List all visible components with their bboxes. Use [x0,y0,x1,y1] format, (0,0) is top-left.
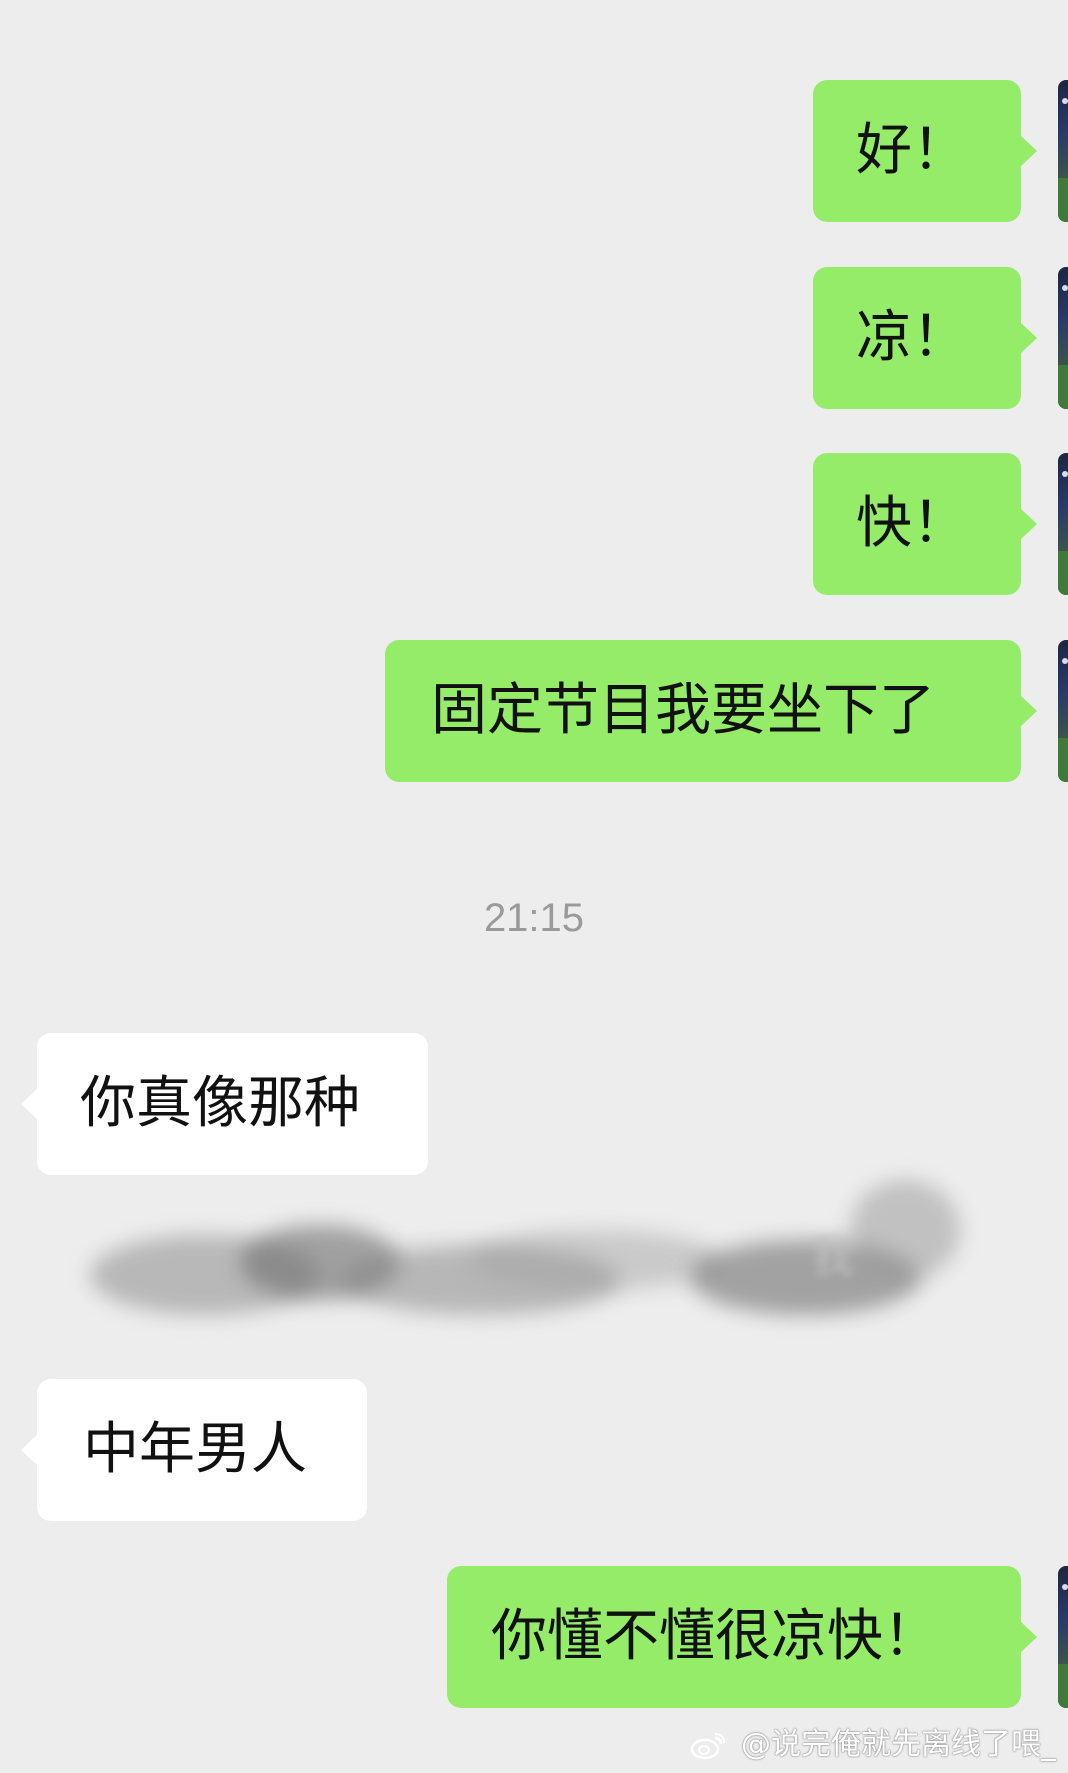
redacted-message-scribble: 我 [90,1180,960,1360]
avatar-moon-detail [1062,285,1068,291]
message-text: 好！ [856,118,968,183]
avatar-moon-detail [1062,658,1068,664]
watermark-text: @说完俺就先离线了喂_ [741,1727,1056,1762]
message-text: 固定节目我要坐下了 [431,678,935,743]
weibo-watermark: @说完俺就先离线了喂_ [689,1722,1056,1768]
scribble-blob [850,1180,960,1280]
message-text: 凉！ [856,305,968,370]
avatar-grass-detail [1058,178,1068,222]
self-avatar[interactable] [1058,640,1068,782]
redacted-fragment-text: 我 [810,1231,854,1282]
avatar-moon-detail [1062,471,1068,477]
avatar-moon-detail [1062,98,1068,104]
message-bubble-sent[interactable]: 你懂不懂很凉快！ [447,1566,1037,1708]
avatar-grass-detail [1058,738,1068,782]
message-bubble-received[interactable]: 中年男人 [21,1379,367,1521]
self-avatar[interactable] [1058,267,1068,409]
self-avatar[interactable] [1058,453,1068,595]
self-avatar[interactable] [1058,1566,1068,1708]
message-bubble-received[interactable]: 你真像那种 [21,1033,428,1175]
avatar-grass-detail [1058,1664,1068,1708]
message-text: 你懂不懂很凉快！ [491,1604,939,1669]
message-text: 快！ [856,491,968,556]
chat-conversation: 好！ 凉！ 快！ 固定节目我要坐下了 21:15 你真像那种 我 中年男人 你懂… [0,0,1068,1773]
message-bubble-sent[interactable]: 凉！ [813,267,1037,409]
message-timestamp: 21:15 [483,896,585,940]
message-bubble-sent[interactable]: 好！ [813,80,1037,222]
avatar-moon-detail [1062,1584,1068,1590]
scribble-blob [470,1230,720,1290]
message-text: 中年男人 [83,1417,307,1482]
avatar-grass-detail [1058,365,1068,409]
message-text: 你真像那种 [80,1071,360,1136]
message-bubble-sent[interactable]: 快！ [813,453,1037,595]
weibo-logo-icon [691,1732,726,1759]
avatar-grass-detail [1058,551,1068,595]
message-bubble-sent[interactable]: 固定节目我要坐下了 [385,640,1037,782]
self-avatar[interactable] [1058,80,1068,222]
